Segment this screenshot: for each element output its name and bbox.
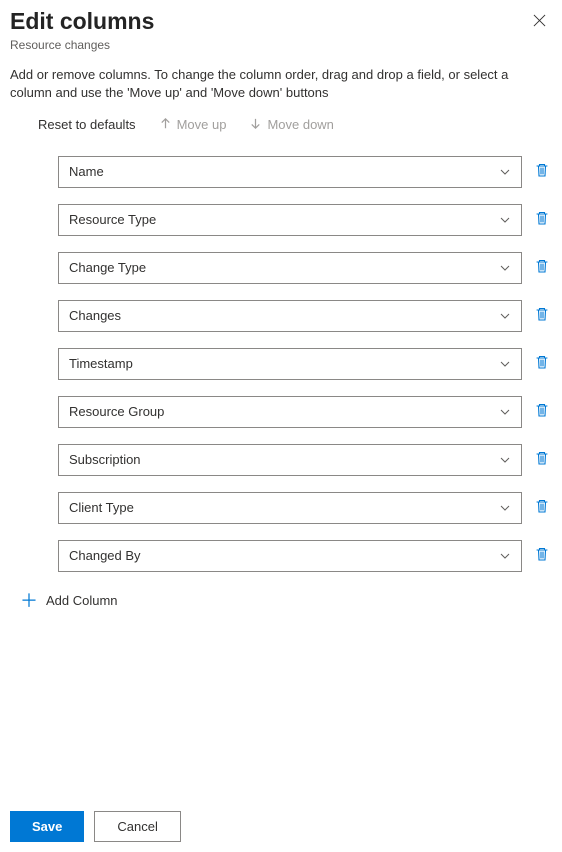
page-title: Edit columns [10, 8, 154, 36]
move-down-label: Move down [267, 117, 333, 132]
column-select-label: Timestamp [69, 356, 133, 371]
chevron-down-icon [499, 214, 511, 226]
close-button[interactable] [527, 8, 552, 35]
trash-icon [534, 210, 550, 229]
cancel-button[interactable]: Cancel [94, 811, 180, 842]
column-row: Change Type [58, 252, 552, 284]
column-row: Changed By [58, 540, 552, 572]
close-icon [533, 14, 546, 30]
trash-icon [534, 498, 550, 517]
column-row: Changes [58, 300, 552, 332]
chevron-down-icon [499, 262, 511, 274]
chevron-down-icon [499, 166, 511, 178]
column-select[interactable]: Name [58, 156, 522, 188]
delete-column-button[interactable] [532, 496, 552, 519]
column-row: Name [58, 156, 552, 188]
delete-column-button[interactable] [532, 448, 552, 471]
column-select-label: Resource Type [69, 212, 156, 227]
delete-column-button[interactable] [532, 208, 552, 231]
column-select[interactable]: Subscription [58, 444, 522, 476]
column-select[interactable]: Client Type [58, 492, 522, 524]
column-select-label: Change Type [69, 260, 146, 275]
column-select-label: Changes [69, 308, 121, 323]
delete-column-button[interactable] [532, 352, 552, 375]
column-select[interactable]: Changes [58, 300, 522, 332]
column-row: Client Type [58, 492, 552, 524]
column-select[interactable]: Resource Group [58, 396, 522, 428]
chevron-down-icon [499, 550, 511, 562]
trash-icon [534, 306, 550, 325]
column-select-label: Changed By [69, 548, 141, 563]
column-select[interactable]: Resource Type [58, 204, 522, 236]
page-subtitle: Resource changes [10, 38, 154, 52]
chevron-down-icon [499, 358, 511, 370]
arrow-up-icon [158, 116, 173, 134]
column-select[interactable]: Change Type [58, 252, 522, 284]
trash-icon [534, 450, 550, 469]
chevron-down-icon [499, 310, 511, 322]
column-row: Subscription [58, 444, 552, 476]
trash-icon [534, 258, 550, 277]
chevron-down-icon [499, 454, 511, 466]
delete-column-button[interactable] [532, 160, 552, 183]
plus-icon: ＋ [20, 592, 38, 610]
chevron-down-icon [499, 406, 511, 418]
trash-icon [534, 162, 550, 181]
column-row: Resource Group [58, 396, 552, 428]
column-select-label: Resource Group [69, 404, 164, 419]
trash-icon [534, 354, 550, 373]
add-column-label: Add Column [46, 593, 118, 608]
chevron-down-icon [499, 502, 511, 514]
delete-column-button[interactable] [532, 400, 552, 423]
add-column-button[interactable]: ＋ Add Column [10, 592, 552, 610]
move-up-button[interactable]: Move up [158, 116, 227, 134]
column-select-label: Name [69, 164, 104, 179]
column-select-label: Subscription [69, 452, 141, 467]
column-row: Resource Type [58, 204, 552, 236]
delete-column-button[interactable] [532, 304, 552, 327]
move-down-button[interactable]: Move down [248, 116, 333, 134]
delete-column-button[interactable] [532, 544, 552, 567]
column-select-label: Client Type [69, 500, 134, 515]
description-text: Add or remove columns. To change the col… [10, 66, 552, 102]
arrow-down-icon [248, 116, 263, 134]
column-select[interactable]: Changed By [58, 540, 522, 572]
column-row: Timestamp [58, 348, 552, 380]
move-up-label: Move up [177, 117, 227, 132]
save-button[interactable]: Save [10, 811, 84, 842]
reset-to-defaults-link[interactable]: Reset to defaults [38, 117, 136, 132]
delete-column-button[interactable] [532, 256, 552, 279]
trash-icon [534, 546, 550, 565]
column-select[interactable]: Timestamp [58, 348, 522, 380]
trash-icon [534, 402, 550, 421]
